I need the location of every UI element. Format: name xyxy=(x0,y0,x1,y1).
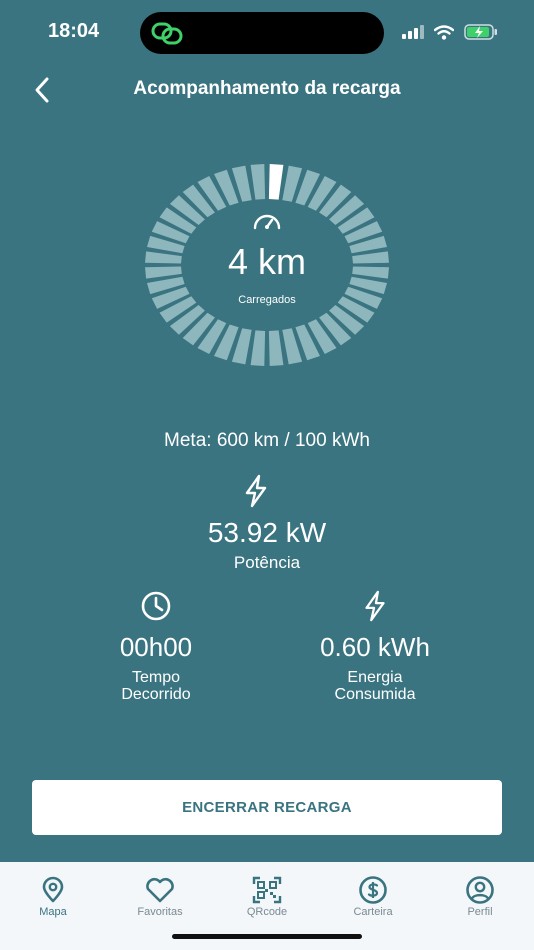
nav-item-favoritas[interactable]: Favoritas xyxy=(115,876,205,918)
speedometer-icon xyxy=(252,211,282,236)
gauge-value: 4 km xyxy=(227,241,306,282)
end-charging-button[interactable]: ENCERRAR RECARGA xyxy=(32,780,502,835)
lightning-bolt-icon xyxy=(241,474,271,513)
nav-label-qrcode: QRcode xyxy=(246,906,288,918)
battery-charging-icon xyxy=(464,24,498,45)
chain-link-icon xyxy=(150,19,186,52)
qr-code-icon xyxy=(222,876,312,904)
dynamic-island xyxy=(140,12,384,54)
gauge-label: Carregados xyxy=(238,294,296,306)
elapsed-label-line1: Tempo xyxy=(131,669,181,686)
energy-stat: 0.60 kWh Energia Consumida xyxy=(285,590,465,703)
energy-value: 0.60 kWh xyxy=(320,632,430,662)
energy-label: Energia Consumida xyxy=(285,669,465,703)
nav-label-mapa: Mapa xyxy=(39,906,67,918)
elapsed-label: Tempo Decorrido xyxy=(66,669,246,703)
elapsed-label-line2: Decorrido xyxy=(121,686,191,703)
map-pin-icon xyxy=(8,876,98,904)
elapsed-value: 00h00 xyxy=(119,632,193,662)
nav-label-favoritas: Favoritas xyxy=(137,906,183,918)
header: Acompanhamento da recarga xyxy=(0,66,534,116)
heart-icon xyxy=(115,876,205,904)
status-time: 18:04 xyxy=(48,20,100,42)
energy-label-line2: Consumida xyxy=(334,686,416,703)
lightning-bolt-icon xyxy=(285,590,465,622)
charge-gauge: 4 km Carregados xyxy=(144,163,390,367)
nav-label-carteira: Carteira xyxy=(353,906,393,918)
power-label: Potência xyxy=(233,553,301,572)
nav-item-carteira[interactable]: Carteira xyxy=(328,876,418,918)
status-bar: 18:04 xyxy=(0,0,534,66)
wifi-icon xyxy=(433,24,455,45)
home-indicator xyxy=(172,934,362,939)
cellular-signal-icon xyxy=(402,25,424,44)
dollar-coin-icon xyxy=(328,876,418,904)
power-value: 53.92 kW xyxy=(207,517,327,548)
user-circle-icon xyxy=(435,876,525,904)
nav-item-mapa[interactable]: Mapa xyxy=(8,876,98,918)
clock-icon xyxy=(66,590,246,622)
energy-label-line1: Energia xyxy=(347,669,403,686)
elapsed-time-stat: 00h00 Tempo Decorrido xyxy=(66,590,246,703)
page-title: Acompanhamento da recarga xyxy=(133,78,401,99)
nav-item-perfil[interactable]: Perfil xyxy=(435,876,525,918)
nav-label-perfil: Perfil xyxy=(467,906,493,918)
nav-item-qrcode[interactable]: QRcode xyxy=(222,876,312,918)
charge-goal: Meta: 600 km / 100 kWh xyxy=(164,430,370,451)
